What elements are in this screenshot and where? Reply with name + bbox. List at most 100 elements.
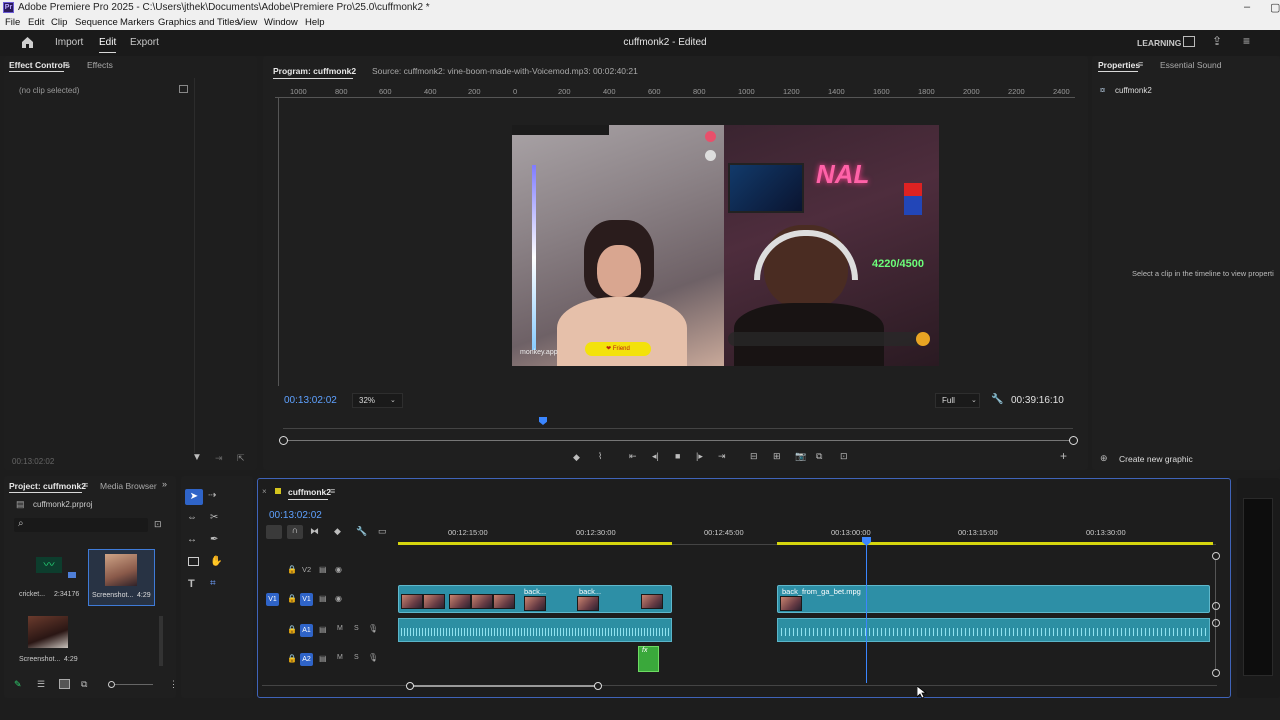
workspace-label[interactable]: LEARNING xyxy=(1137,38,1181,48)
linked-selection-icon[interactable]: ⧓ xyxy=(310,526,319,537)
captions-icon[interactable]: ▭ xyxy=(378,526,387,537)
audio-clip-a1[interactable] xyxy=(398,618,672,642)
project-scrollbar[interactable] xyxy=(159,616,163,666)
proxy-toggle-icon[interactable]: ⊡ xyxy=(840,451,848,462)
audio-clip-a1[interactable] xyxy=(777,618,1210,642)
wrench-icon[interactable]: 🔧 xyxy=(991,394,1003,405)
mark-in-icon[interactable]: ⌇ xyxy=(598,451,602,462)
project-item-selected[interactable]: Screenshot... 4:29 xyxy=(88,549,155,606)
track-select-tool-icon[interactable]: ⇢ xyxy=(208,490,216,501)
add-marker-icon[interactable]: ◆ xyxy=(334,526,341,537)
quality-select[interactable]: Full ⌄ xyxy=(935,393,980,408)
icon-view-icon[interactable] xyxy=(59,679,70,689)
slip-tool-icon[interactable]: ↔ xyxy=(187,534,197,545)
tab-essential-sound[interactable]: Essential Sound xyxy=(1160,60,1221,70)
mute-button[interactable]: M xyxy=(337,625,343,632)
video-clip-back-from-ga-bet[interactable]: back_from_ga_bet.mpg xyxy=(777,585,1210,613)
menu-graphics-and-titles[interactable]: Graphics and Titles xyxy=(158,17,239,28)
menu-sequence[interactable]: Sequence xyxy=(75,17,118,28)
tab-timeline[interactable]: cuffmonk2 xyxy=(288,487,331,497)
zoom-scroll-track[interactable] xyxy=(283,440,1073,441)
comparison-view-icon[interactable]: ⧉ xyxy=(816,451,822,462)
new-bin-icon[interactable]: ⊡ xyxy=(154,519,162,530)
hand-tool-icon[interactable]: ✋ xyxy=(210,556,222,567)
horizontal-scroll-thumb[interactable] xyxy=(410,685,598,687)
timeline-timecode[interactable]: 00:13:02:02 xyxy=(269,510,322,521)
video-frame[interactable]: ❤ Friend monkey.app NAL 4220/4500 xyxy=(512,125,939,366)
panel-menu-icon[interactable]: ≡ xyxy=(1138,59,1143,69)
extract-icon[interactable]: ⊞ xyxy=(773,451,781,462)
step-forward-icon[interactable]: |▸ xyxy=(696,451,703,462)
ripple-edit-tool-icon[interactable]: ⇔ xyxy=(187,512,197,523)
razor-tool-icon[interactable]: ✂ xyxy=(210,512,218,523)
tab-effects[interactable]: Effects xyxy=(87,60,113,70)
program-timecode[interactable]: 00:13:02:02 xyxy=(284,395,337,406)
pencil-icon[interactable]: ✎ xyxy=(14,679,22,690)
zoom-slider-handle[interactable] xyxy=(108,681,115,688)
panel-menu-icon[interactable]: ≡ xyxy=(330,486,335,496)
zoom-select[interactable]: 32% ⌄ xyxy=(352,393,403,408)
add-marker-icon[interactable]: ◆ xyxy=(573,452,580,463)
work-area-bar[interactable] xyxy=(398,542,672,545)
export-frame-icon[interactable]: 📷 xyxy=(795,451,806,462)
track-height-handle[interactable] xyxy=(1212,619,1220,627)
source-info[interactable]: Source: cuffmonk2: vine-boom-made-with-V… xyxy=(372,66,638,76)
lift-icon[interactable]: ⊟ xyxy=(750,451,758,462)
type-tool-icon[interactable]: T xyxy=(188,578,195,590)
menu-file[interactable]: File xyxy=(5,17,20,28)
tab-properties[interactable]: Properties xyxy=(1098,60,1140,70)
track-target-a2[interactable]: A2 xyxy=(300,653,313,666)
source-patch-v1[interactable]: V1 xyxy=(266,593,279,606)
rectangle-tool-icon[interactable] xyxy=(188,557,199,566)
track-target-v1[interactable]: V1 xyxy=(300,593,313,606)
tab-program[interactable]: Program: cuffmonk2 xyxy=(273,66,356,76)
toggle-view-icon[interactable] xyxy=(179,85,188,93)
auto-reframe-tool-icon[interactable]: ⌗ xyxy=(210,578,216,589)
vertical-scroll-track[interactable] xyxy=(1215,560,1216,670)
hamburger-menu-icon[interactable]: ≡ xyxy=(1243,34,1250,48)
playhead-line[interactable] xyxy=(866,539,867,683)
play-audio-icon[interactable]: ⇥ xyxy=(215,453,223,464)
zoom-slider-track[interactable] xyxy=(115,684,153,685)
menu-edit[interactable]: Edit xyxy=(28,17,44,28)
workspaces-icon[interactable] xyxy=(1183,36,1195,47)
microphone-icon[interactable]: 🎙 xyxy=(368,624,378,633)
sync-lock-icon[interactable]: ▤ xyxy=(319,565,327,574)
track-height-handle[interactable] xyxy=(1212,669,1220,677)
zoom-handle-right[interactable] xyxy=(1069,436,1078,445)
create-new-graphic-button[interactable]: ⊕ Create new graphic xyxy=(1100,452,1200,466)
project-item[interactable]: Screenshot... 4:29 xyxy=(16,614,86,666)
maximize-icon[interactable]: ▢ xyxy=(1270,1,1280,14)
sync-lock-icon[interactable]: ▤ xyxy=(319,625,327,634)
go-to-in-icon[interactable]: ⇤ xyxy=(629,451,637,462)
eye-icon[interactable]: ◉ xyxy=(335,594,342,603)
menu-markers[interactable]: Markers xyxy=(120,17,154,28)
sync-lock-icon[interactable]: ▤ xyxy=(319,654,327,663)
tab-project[interactable]: Project: cuffmonk2 xyxy=(9,481,86,491)
panel-menu-icon[interactable]: ≡ xyxy=(83,480,88,490)
menu-help[interactable]: Help xyxy=(305,17,325,28)
audio-clip-a2[interactable]: fx xyxy=(638,646,659,672)
lock-icon[interactable]: 🔒 xyxy=(287,625,297,634)
step-back-icon[interactable]: ◂| xyxy=(652,451,659,462)
zoom-handle-left[interactable] xyxy=(279,436,288,445)
mini-ruler[interactable] xyxy=(283,417,1073,429)
lock-icon[interactable]: 🔒 xyxy=(287,654,297,663)
menu-window[interactable]: Window xyxy=(264,17,298,28)
button-editor-icon[interactable]: + xyxy=(1060,449,1067,463)
work-area-bar[interactable] xyxy=(777,542,1213,545)
more-panels-icon[interactable]: » xyxy=(162,479,167,489)
lock-icon[interactable]: 🔒 xyxy=(287,594,297,603)
share-icon[interactable]: ⇪ xyxy=(1212,34,1222,48)
snap-icon[interactable]: ∩ xyxy=(287,525,303,539)
nest-toggle-icon[interactable] xyxy=(266,525,282,539)
export-frame-icon[interactable]: ⇱ xyxy=(237,453,245,464)
filter-icon[interactable]: ▼ xyxy=(192,452,202,463)
selection-tool-icon[interactable]: ➤ xyxy=(185,489,203,505)
menu-view[interactable]: View xyxy=(237,17,257,28)
track-height-handle[interactable] xyxy=(1212,602,1220,610)
track-target-a1[interactable]: A1 xyxy=(300,624,313,637)
solo-button[interactable]: S xyxy=(354,654,359,661)
panel-menu-icon[interactable]: ≡ xyxy=(64,59,69,69)
tab-effect-controls[interactable]: Effect Controls xyxy=(9,60,70,70)
